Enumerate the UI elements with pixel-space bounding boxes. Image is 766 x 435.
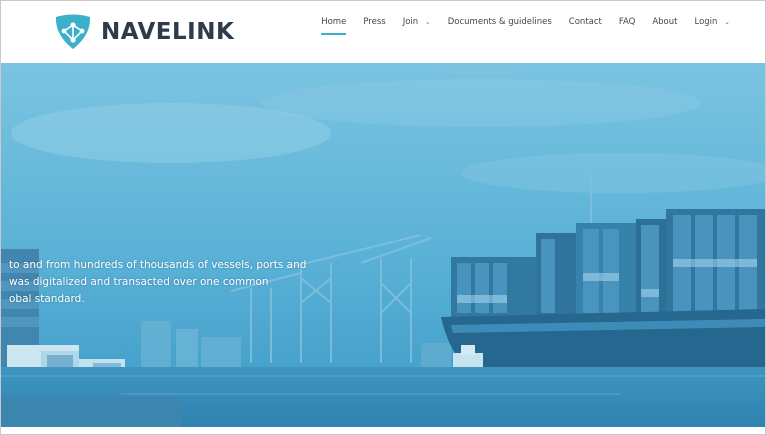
nav-item-label: Login [694,17,718,27]
nav-item-home[interactable]: Home [321,17,347,35]
page-bottom-strip [1,427,765,434]
nav-item-label: Documents & guidelines [447,17,552,27]
nav-item-documents-guidelines[interactable]: Documents & guidelines [448,17,552,35]
hero-tagline-line: was digitalized and transacted over one … [9,276,269,288]
chevron-down-icon: ⌄ [724,18,730,26]
nav-item-label: About [652,17,678,27]
chevron-down-icon: ⌄ [424,18,431,26]
nav-item-join[interactable]: Join ⌄ [403,17,431,35]
nav-item-label: Contact [568,17,602,27]
port-scene-illustration [1,63,765,427]
site-header: NAVELINK Home Press Join ⌄ Documents & g… [1,1,765,63]
nav-item-faq[interactable]: FAQ [619,17,635,35]
nav-item-label: Home [321,17,347,27]
nav-item-label: Press [363,17,386,27]
main-nav: Home Press Join ⌄ Documents & guidelines… [304,17,730,35]
nav-item-login[interactable]: Login ⌄ [694,17,730,35]
nav-item-contact[interactable]: Contact [569,17,602,35]
hero-tagline-line: to and from hundreds of thousands of ves… [9,259,307,271]
hero-tagline-line: obal standard. [9,293,85,305]
hero-banner: to and from hundreds of thousands of ves… [1,63,765,427]
brand-logo[interactable]: NAVELINK [53,11,234,53]
nav-item-about[interactable]: About [652,17,677,35]
nav-item-label: Join [402,17,419,27]
navelink-shield-icon [55,14,91,49]
brand-name: NAVELINK [101,19,235,45]
nav-item-label: FAQ [618,17,636,27]
nav-item-press[interactable]: Press [363,17,385,35]
hero-tagline: to and from hundreds of thousands of ves… [9,257,329,308]
browser-viewport: NAVELINK Home Press Join ⌄ Documents & g… [0,0,766,435]
